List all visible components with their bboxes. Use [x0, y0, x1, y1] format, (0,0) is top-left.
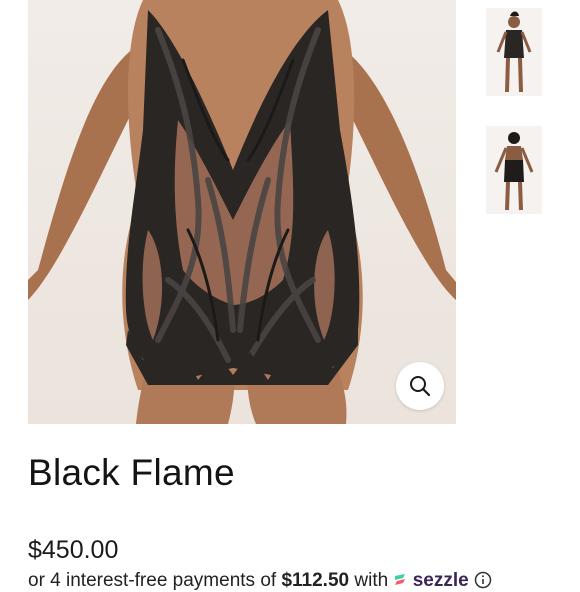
installment-text-after: with: [354, 570, 389, 591]
zoom-button[interactable]: [396, 362, 444, 410]
model-dress-illustration: [28, 0, 456, 424]
thumbnail-model-back: [494, 132, 534, 211]
installment-amount: $112.50: [281, 570, 350, 591]
gallery-thumbnail-2[interactable]: [486, 126, 542, 214]
gallery-thumbnail-1[interactable]: [486, 8, 542, 96]
thumbnail-model-front: [496, 11, 532, 93]
installment-text-before: or 4 interest-free payments of: [28, 570, 277, 591]
installment-offer: or 4 interest-free payments of $112.50 w…: [28, 570, 492, 592]
info-icon[interactable]: [474, 571, 492, 589]
sezzle-logo[interactable]: sezzle: [393, 570, 474, 591]
magnifier-icon: [410, 376, 431, 397]
sezzle-logo-text: sezzle: [412, 570, 469, 591]
sezzle-mark-icon: [395, 574, 406, 585]
product-title: Black Flame: [28, 452, 235, 493]
product-main-image[interactable]: [28, 0, 456, 424]
product-price: $450.00: [28, 536, 119, 564]
